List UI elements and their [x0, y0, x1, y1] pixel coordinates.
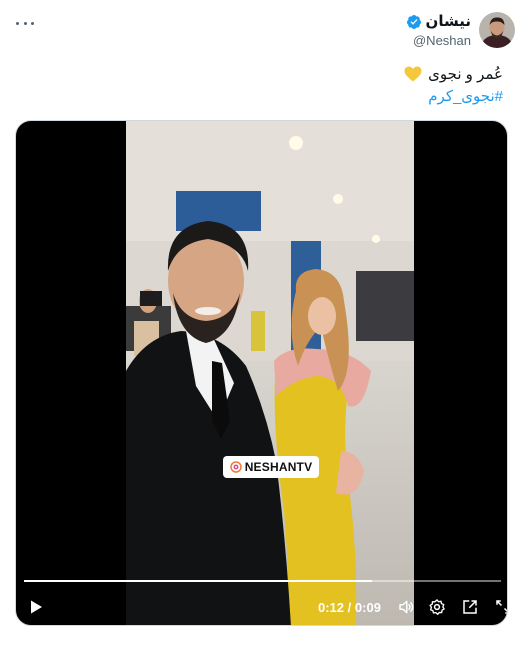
fullscreen-button[interactable] — [493, 597, 507, 617]
progress-fill — [24, 580, 373, 582]
author-name-row[interactable]: نيشان — [406, 12, 471, 32]
yellow-heart-emoji — [404, 66, 422, 82]
tweet-text: عُمر و نجوى #نجوى_كرم — [404, 64, 503, 108]
author-handle[interactable]: @Neshan — [413, 32, 471, 50]
current-time: 0:12 — [318, 600, 345, 615]
video-controls: 0:12 / 0:09 — [16, 589, 507, 625]
avatar[interactable] — [479, 12, 515, 48]
play-icon — [31, 600, 42, 614]
time-separator: / — [347, 600, 352, 615]
hashtag-link[interactable]: #نجوى_كرم — [404, 86, 503, 108]
author-text: نيشان @Neshan — [406, 12, 471, 50]
more-dot — [31, 21, 34, 25]
video-player[interactable]: NESHANTV 0:12 / 0:09 — [15, 120, 508, 626]
watermark-text: NESHANTV — [244, 460, 313, 474]
gear-icon — [429, 599, 445, 615]
more-dot — [16, 21, 19, 25]
progress-bar[interactable] — [24, 580, 501, 582]
fullscreen-icon — [496, 600, 507, 614]
threads-logo-icon — [229, 461, 242, 473]
tweet-text-body: عُمر و نجوى — [428, 66, 503, 83]
verified-badge-icon — [406, 15, 421, 29]
video-still — [126, 121, 414, 625]
video-watermark: NESHANTV — [223, 456, 319, 478]
play-button[interactable] — [26, 597, 46, 617]
video-frame[interactable] — [126, 121, 414, 625]
settings-button[interactable] — [427, 597, 447, 617]
duration: 0:09 — [354, 600, 381, 615]
more-dot — [23, 21, 27, 25]
tweet-text-line: عُمر و نجوى — [404, 64, 503, 86]
time-display: 0:12 / 0:09 — [318, 600, 381, 615]
avatar-image — [479, 12, 515, 48]
volume-icon — [399, 600, 414, 614]
popout-button[interactable] — [460, 597, 480, 617]
popout-icon — [463, 600, 477, 614]
volume-button[interactable] — [396, 597, 416, 617]
more-options-button[interactable] — [16, 14, 34, 32]
author-name[interactable]: نيشان — [426, 12, 471, 32]
tweet-author: نيشان @Neshan — [406, 12, 515, 50]
